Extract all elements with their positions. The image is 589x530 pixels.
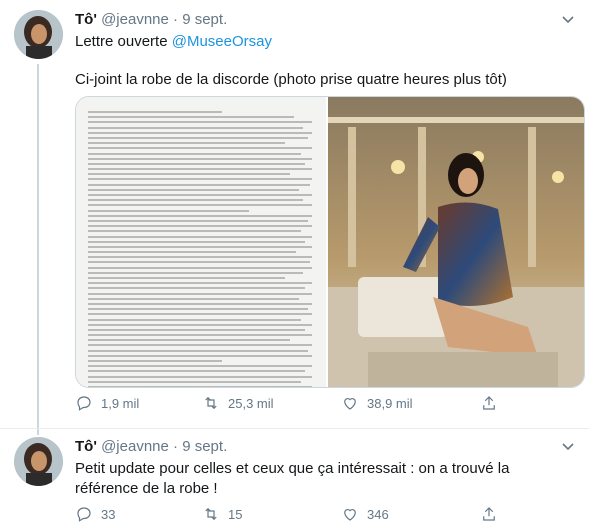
- tweet-text-line: Ci-joint la robe de la discorde (photo p…: [75, 71, 507, 88]
- separator-dot: ·: [173, 11, 179, 28]
- letter-text-lines: [88, 111, 312, 387]
- like-button[interactable]: 38,9 mil: [341, 394, 413, 412]
- tweet-date[interactable]: 9 sept.: [182, 11, 227, 28]
- tweet-header: Tô' @jeavnne · 9 sept.: [75, 437, 227, 457]
- author-name[interactable]: Tô': [75, 438, 97, 455]
- tweet-text-prefix: Lettre ouverte: [75, 33, 172, 50]
- dress-photo[interactable]: [326, 97, 584, 387]
- mention-link[interactable]: @MuseeOrsay: [172, 33, 272, 50]
- like-count: 38,9 mil: [367, 395, 413, 411]
- reply-button[interactable]: 33: [75, 505, 115, 523]
- thread-connector: [37, 429, 39, 435]
- share-icon: [483, 396, 495, 410]
- tweet[interactable]: Tô' @jeavnne · 9 sept. Petit update pour…: [0, 428, 589, 530]
- chevron-down-icon[interactable]: [561, 439, 575, 453]
- like-button[interactable]: 346: [341, 505, 389, 523]
- tweet-header: Tô' @jeavnne · 9 sept.: [75, 10, 227, 30]
- reply-button[interactable]: 1,9 mil: [75, 394, 139, 412]
- share-button[interactable]: [480, 505, 498, 523]
- tweet-actions: 1,9 mil 25,3 mil 38,9 mil: [75, 394, 555, 416]
- author-handle[interactable]: @jeavnne: [101, 11, 169, 28]
- reply-icon: [77, 507, 91, 522]
- separator-dot: ·: [173, 438, 179, 455]
- reply-count: 1,9 mil: [101, 395, 140, 411]
- retweet-button[interactable]: 15: [202, 505, 242, 523]
- retweet-count: 15: [228, 506, 243, 522]
- retweet-icon: [205, 396, 217, 410]
- retweet-icon: [205, 507, 217, 521]
- avatar[interactable]: [14, 437, 63, 486]
- avatar[interactable]: [14, 10, 63, 59]
- media-grid[interactable]: [75, 96, 585, 388]
- tweet-date[interactable]: 9 sept.: [182, 438, 227, 455]
- author-name[interactable]: Tô': [75, 11, 97, 28]
- author-handle[interactable]: @jeavnne: [101, 438, 169, 455]
- like-count: 346: [367, 506, 389, 522]
- reply-count: 33: [101, 506, 116, 522]
- reply-icon: [77, 396, 91, 411]
- like-icon: [344, 398, 356, 410]
- chevron-down-icon[interactable]: [561, 12, 575, 26]
- like-icon: [344, 509, 356, 521]
- retweet-count: 25,3 mil: [228, 395, 274, 411]
- share-icon: [483, 507, 495, 521]
- letter-image[interactable]: [76, 97, 326, 387]
- tweet-text: Lettre ouverte @MuseeOrsay: [75, 32, 575, 52]
- tweet[interactable]: Tô' @jeavnne · 9 sept. Lettre ouverte @M…: [0, 0, 589, 428]
- retweet-button[interactable]: 25,3 mil: [202, 394, 274, 412]
- tweet-actions: 33 15 346: [75, 505, 555, 527]
- thread-connector: [37, 64, 39, 428]
- tweet-text: Petit update pour celles et ceux que ça …: [75, 460, 510, 497]
- share-button[interactable]: [480, 394, 498, 412]
